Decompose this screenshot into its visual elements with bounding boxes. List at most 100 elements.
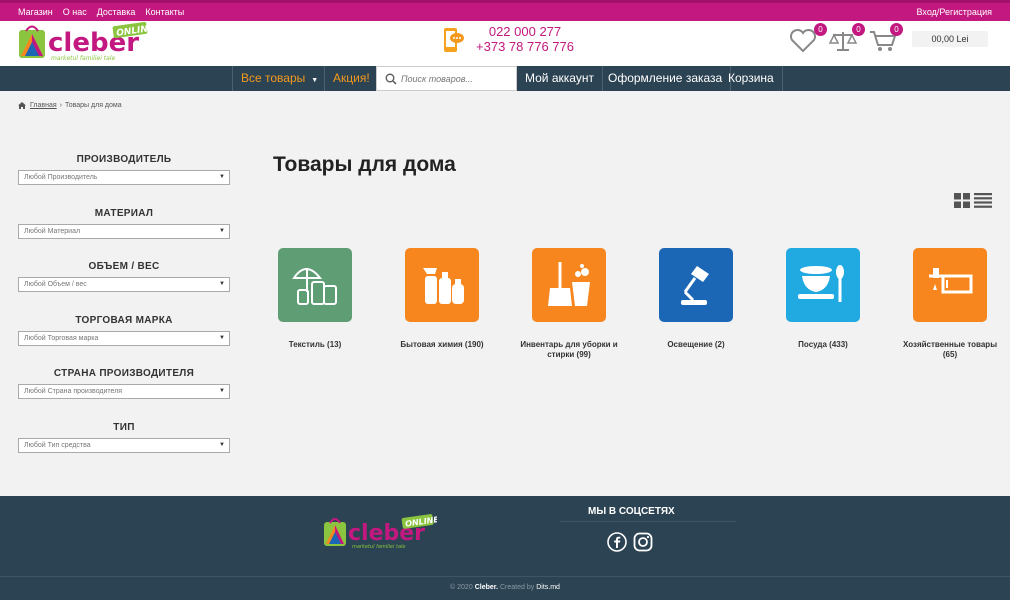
category-tile[interactable] (913, 248, 987, 322)
dropdown-arrow-icon: ▼ (219, 174, 225, 180)
dropdown-arrow-icon: ▼ (219, 388, 225, 394)
category-tile[interactable] (278, 248, 352, 322)
copyright-brand[interactable]: Cleber. (475, 584, 498, 591)
header: cleber ONLINE marketul familiei tale 022… (0, 21, 1010, 66)
caret-down-icon: ▼ (311, 77, 319, 84)
category-textile[interactable]: Текстиль (13) (260, 248, 370, 350)
household-chemicals-icon (423, 268, 464, 304)
category-cleaning-inventory[interactable]: Инвентарь для уборки и стирки (99) (514, 248, 624, 360)
svg-text:marketul familiei tale: marketul familiei tale (51, 55, 115, 62)
select-value: Любой Тип средства (24, 441, 91, 449)
filter-title: ТОРГОВАЯ МАРКА (75, 314, 173, 326)
dropdown-arrow-icon: ▼ (219, 441, 225, 448)
list-view-icon[interactable] (974, 193, 992, 208)
select-value: Любой Торговая марка (24, 334, 99, 342)
cleber-logo[interactable]: cleber ONLINE marketul familiei tale (17, 22, 152, 62)
all-products-label: Все товары (241, 71, 306, 85)
created-by: Created by (500, 584, 535, 591)
dishes-icon (798, 265, 844, 302)
category-label[interactable]: Освещение (2) (641, 340, 751, 350)
facebook-icon[interactable] (607, 532, 627, 552)
top-link-delivery[interactable]: Доставка (97, 7, 136, 17)
search-icon (385, 73, 397, 85)
filter-manufacturer: ПРОИЗВОДИТЕЛЬ Любой Производитель ▼ (18, 150, 230, 204)
filter-title: МАТЕРИАЛ (94, 207, 154, 219)
all-products-menu[interactable]: Все товары ▼ (232, 66, 326, 91)
checkout-link[interactable]: Оформление заказа (600, 66, 732, 91)
type-select[interactable]: Любой Тип средства ▼ (18, 437, 230, 453)
dropdown-arrow-icon: ▼ (219, 227, 225, 234)
social-title: МЫ В СОЦСЕТЯХ (588, 506, 675, 517)
phone-2[interactable]: +373 78 776 776 (470, 39, 580, 54)
category-household-goods[interactable]: Хозяйственные товары (65) (895, 248, 1005, 360)
phone-1[interactable]: 022 000 277 (470, 24, 580, 39)
category-dishes[interactable]: Посуда (433) (768, 248, 878, 350)
category-household-chemicals[interactable]: Бытовая химия (190) (387, 248, 497, 350)
filter-brand: ТОРГОВАЯ МАРКА Любой Торговая марка ▼ (18, 311, 230, 365)
select-value: Любой Объем / вес (24, 281, 87, 288)
country-select[interactable]: Любой Страна производителя ▼ (18, 384, 230, 399)
textile-icon (292, 268, 337, 305)
select-value: Любой Производитель (24, 174, 98, 181)
heart-icon[interactable] (789, 29, 817, 53)
category-tile[interactable] (786, 248, 860, 322)
main-nav: Все товары ▼ Акция! Мой аккаунт Оформлени… (0, 66, 1010, 91)
svg-text:marketul familiei tale: marketul familiei tale (352, 544, 405, 550)
filter-volume: ОБЪЕМ / ВЕС Любой Объем / вес ▼ (18, 257, 230, 311)
top-link-about[interactable]: О нас (63, 7, 87, 17)
category-tile[interactable] (532, 248, 606, 322)
grid-view-icon[interactable] (954, 193, 970, 208)
compare-count-badge: 0 (852, 23, 865, 36)
top-link-shop[interactable]: Магазин (18, 7, 53, 17)
top-bar: Магазин О нас Доставка Контакты Вход/Рег… (0, 0, 1010, 21)
category-label[interactable]: Хозяйственные товары (65) (895, 340, 1005, 360)
cart-total[interactable]: 00,00 Lei (912, 31, 988, 47)
cart-link[interactable]: Корзина (720, 66, 783, 91)
category-tile[interactable] (405, 248, 479, 322)
copyright: © 2020 Cleber. Created by Dits.md (0, 584, 1010, 591)
wishlist-count-badge: 0 (814, 23, 827, 36)
search-input[interactable] (401, 70, 513, 88)
material-select[interactable]: Любой Материал ▼ (18, 223, 230, 239)
cleaning-tools-icon (548, 262, 590, 306)
my-account-link[interactable]: Мой аккаунт (517, 66, 603, 91)
dropdown-arrow-icon: ▼ (219, 334, 225, 341)
filter-sidebar: ПРОИЗВОДИТЕЛЬ Любой Производитель ▼ МАТЕР… (18, 150, 230, 471)
volume-select[interactable]: Любой Объем / вес ▼ (18, 277, 230, 292)
category-label[interactable]: Текстиль (13) (260, 340, 370, 350)
category-tile[interactable] (659, 248, 733, 322)
select-value: Любой Страна производителя (24, 388, 123, 395)
footer-divider (0, 576, 1010, 577)
phone-numbers: 022 000 277 +373 78 776 776 (470, 24, 580, 54)
cart-count-badge: 0 (890, 23, 903, 36)
manufacturer-select[interactable]: Любой Производитель ▼ (18, 170, 230, 185)
sale-link[interactable]: Акция! (324, 66, 379, 91)
breadcrumb-home[interactable]: Главная (30, 102, 57, 109)
breadcrumb-separator: › (59, 102, 62, 109)
page-title: Товары для дома (273, 153, 456, 176)
social-divider (560, 521, 736, 522)
footer-cleber-logo[interactable]: cleber ONLINE marketul familiei tale (322, 514, 437, 550)
brand-select[interactable]: Любой Торговая марка ▼ (18, 330, 230, 346)
category-label[interactable]: Посуда (433) (768, 340, 878, 350)
home-icon (18, 102, 26, 109)
category-lighting[interactable]: Освещение (2) (641, 248, 751, 350)
filter-title: ТИП (113, 421, 135, 433)
category-label[interactable]: Бытовая химия (190) (387, 340, 497, 350)
top-link-contacts[interactable]: Контакты (145, 7, 184, 17)
category-label[interactable]: Инвентарь для уборки и стирки (99) (514, 340, 624, 360)
login-register-link[interactable]: Вход/Регистрация (917, 7, 992, 17)
select-value: Любой Материал (24, 227, 81, 235)
filter-title: ОБЪЕМ / ВЕС (88, 261, 160, 272)
search-box (376, 66, 517, 91)
filter-title: СТРАНА ПРОИЗВОДИТЕЛЯ (53, 368, 195, 379)
breadcrumb-current: Товары для дома (65, 102, 122, 109)
instagram-icon[interactable] (633, 532, 653, 552)
filter-title: ПРОИЗВОДИТЕЛЬ (76, 154, 172, 165)
lamp-icon (681, 266, 709, 305)
breadcrumb: Главная › Товары для дома (18, 102, 122, 109)
filter-type: ТИП Любой Тип средства ▼ (18, 418, 230, 472)
developer-link[interactable]: Dits.md (536, 584, 560, 591)
footer: cleber ONLINE marketul familiei tale МЫ … (0, 496, 1010, 600)
filter-material: МАТЕРИАЛ Любой Материал ▼ (18, 204, 230, 258)
